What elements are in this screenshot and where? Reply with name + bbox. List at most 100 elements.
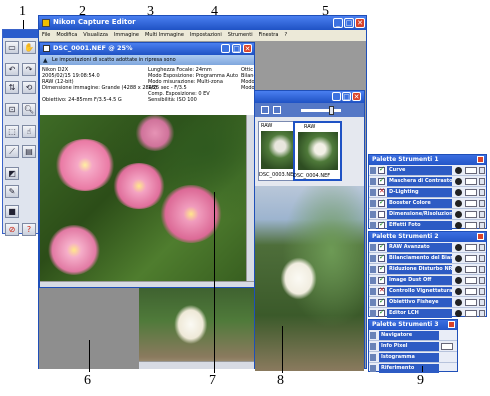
enable-checkbox[interactable] xyxy=(378,242,385,251)
color-picker-icon[interactable]: ■ xyxy=(5,205,19,218)
undo-icon[interactable]: ⟲ xyxy=(22,81,36,94)
palette-row[interactable]: RAW Avanzato xyxy=(369,242,486,253)
palette-row[interactable]: Editor LCH xyxy=(369,308,486,319)
thumbnail-1[interactable]: RAW DSC_0003.NEF xyxy=(258,121,296,181)
white-balance-icon[interactable]: ◩ xyxy=(5,167,19,180)
enable-checkbox[interactable] xyxy=(378,211,385,218)
hand-grab-icon[interactable]: ✋ xyxy=(22,41,36,54)
browser-minimize-button[interactable]: _ xyxy=(332,92,341,101)
palette-row[interactable]: Navigatore xyxy=(369,330,457,341)
tool-menu-button[interactable] xyxy=(479,255,485,262)
palette-row[interactable]: Curve xyxy=(369,165,486,176)
tool-menu-button[interactable] xyxy=(479,222,485,229)
straighten-icon[interactable]: ⟋ xyxy=(5,145,19,158)
menu-finestra[interactable]: Finestra xyxy=(256,30,282,41)
tool-options-button[interactable] xyxy=(465,299,477,306)
tool-menu-button[interactable] xyxy=(479,244,485,251)
document-horizontal-scrollbar[interactable] xyxy=(40,281,254,287)
menu-help[interactable]: ? xyxy=(281,30,290,41)
expand-arrow-icon[interactable] xyxy=(370,299,376,306)
palette-row[interactable]: D-Lighting xyxy=(369,187,486,198)
enable-checkbox[interactable] xyxy=(378,220,385,229)
document-close-button[interactable]: ✕ xyxy=(243,44,252,53)
expand-arrow-icon[interactable] xyxy=(370,244,376,251)
expand-arrow-icon[interactable] xyxy=(370,211,376,218)
info-banner[interactable]: ▲ Le impostazioni di scatto adottate in … xyxy=(40,55,254,65)
folder-open-icon[interactable]: ▭ xyxy=(5,41,19,54)
palette-row[interactable]: Info Pixel xyxy=(369,341,457,352)
tool-options-button[interactable] xyxy=(465,310,477,317)
tool-options-button[interactable] xyxy=(465,266,477,273)
tool-menu-button[interactable] xyxy=(479,200,485,207)
expand-arrow-icon[interactable] xyxy=(370,277,376,284)
expand-arrow-icon[interactable] xyxy=(370,354,376,361)
maximize-button[interactable]: □ xyxy=(344,18,354,28)
close-button[interactable]: ✕ xyxy=(355,18,365,28)
expand-arrow-icon[interactable] xyxy=(370,255,376,262)
menu-file[interactable]: File xyxy=(39,30,53,41)
palette-3-close-button[interactable] xyxy=(448,321,455,328)
size-slider-thumb[interactable] xyxy=(329,106,334,115)
enable-checkbox[interactable] xyxy=(378,198,385,207)
palette-row[interactable]: Image Dust Off xyxy=(369,275,486,286)
palette-row[interactable]: Dimensione/Risoluzione xyxy=(369,209,486,220)
tool-options-button[interactable] xyxy=(441,343,453,350)
thumbnail-view-icon[interactable] xyxy=(261,106,269,114)
palette-row[interactable]: Istogramma xyxy=(369,352,457,363)
rotate-left-icon[interactable]: ↶ xyxy=(5,63,19,76)
tool-options-button[interactable] xyxy=(465,277,477,284)
menu-strumenti[interactable]: Strumenti xyxy=(225,30,256,41)
tool-menu-button[interactable] xyxy=(479,189,485,196)
zoom-icon[interactable]: 🔍︎ xyxy=(22,103,36,116)
menu-immagine[interactable]: Immagine xyxy=(111,30,142,41)
palette-row[interactable]: Booster Colore xyxy=(369,198,486,209)
tool-menu-button[interactable] xyxy=(479,266,485,273)
enable-checkbox[interactable] xyxy=(378,253,385,262)
thumbnail-2[interactable]: RAW DSC_0004.NEF xyxy=(293,121,342,181)
expand-arrow-icon[interactable] xyxy=(370,200,376,207)
browser-maximize-button[interactable]: □ xyxy=(342,92,351,101)
expand-arrow-icon[interactable] xyxy=(370,167,376,174)
menu-visualizza[interactable]: Visualizza xyxy=(80,30,111,41)
crop-icon[interactable]: ⊡ xyxy=(5,103,19,116)
palette-row[interactable]: Riduzione Disturbo NR xyxy=(369,264,486,275)
palette-row[interactable]: Obiettivo Fisheye xyxy=(369,297,486,308)
expand-arrow-icon[interactable] xyxy=(370,343,376,350)
enable-checkbox[interactable] xyxy=(378,165,385,174)
expand-arrow-icon[interactable] xyxy=(370,365,376,372)
tool-options-button[interactable] xyxy=(465,167,477,174)
enable-checkbox[interactable] xyxy=(378,308,385,317)
tool-menu-button[interactable] xyxy=(479,310,485,317)
enable-checkbox[interactable] xyxy=(378,297,385,306)
tool-options-button[interactable] xyxy=(465,255,477,262)
enable-checkbox[interactable] xyxy=(378,275,385,284)
palette-row[interactable]: Effetti Foto xyxy=(369,220,486,231)
enable-checkbox[interactable] xyxy=(378,286,385,295)
expand-arrow-icon[interactable] xyxy=(370,288,376,295)
browser-close-button[interactable]: ✕ xyxy=(352,92,361,101)
rotate-right-icon[interactable]: ↷ xyxy=(22,63,36,76)
tool-options-button[interactable] xyxy=(465,200,477,207)
enable-checkbox[interactable] xyxy=(378,264,385,273)
list-view-icon[interactable] xyxy=(273,106,281,114)
palette-1-close-button[interactable] xyxy=(477,156,484,163)
eyedropper-icon[interactable]: ✎ xyxy=(5,185,19,198)
marquee-icon[interactable]: ⬚ xyxy=(5,125,19,138)
size-slider[interactable] xyxy=(301,109,341,112)
palette-row[interactable]: Riferimento xyxy=(369,363,457,374)
menu-impostazioni[interactable]: Impostazioni xyxy=(187,30,225,41)
expand-arrow-icon[interactable] xyxy=(370,310,376,317)
document-maximize-button[interactable]: □ xyxy=(232,44,241,53)
collapse-arrow-icon[interactable]: ▲ xyxy=(43,57,48,64)
tool-options-button[interactable] xyxy=(465,244,477,251)
enable-checkbox[interactable] xyxy=(378,176,385,185)
expand-arrow-icon[interactable] xyxy=(370,266,376,273)
flip-icon[interactable]: ⇅ xyxy=(5,81,19,94)
tool-options-button[interactable] xyxy=(465,189,477,196)
palette-row[interactable]: Controllo Vignettatura xyxy=(369,286,486,297)
expand-arrow-icon[interactable] xyxy=(370,178,376,185)
expand-arrow-icon[interactable] xyxy=(370,189,376,196)
expand-arrow-icon[interactable] xyxy=(370,332,376,339)
palette-2-close-button[interactable] xyxy=(477,233,484,240)
palette-row[interactable]: Bilanciamento del Bianco xyxy=(369,253,486,264)
